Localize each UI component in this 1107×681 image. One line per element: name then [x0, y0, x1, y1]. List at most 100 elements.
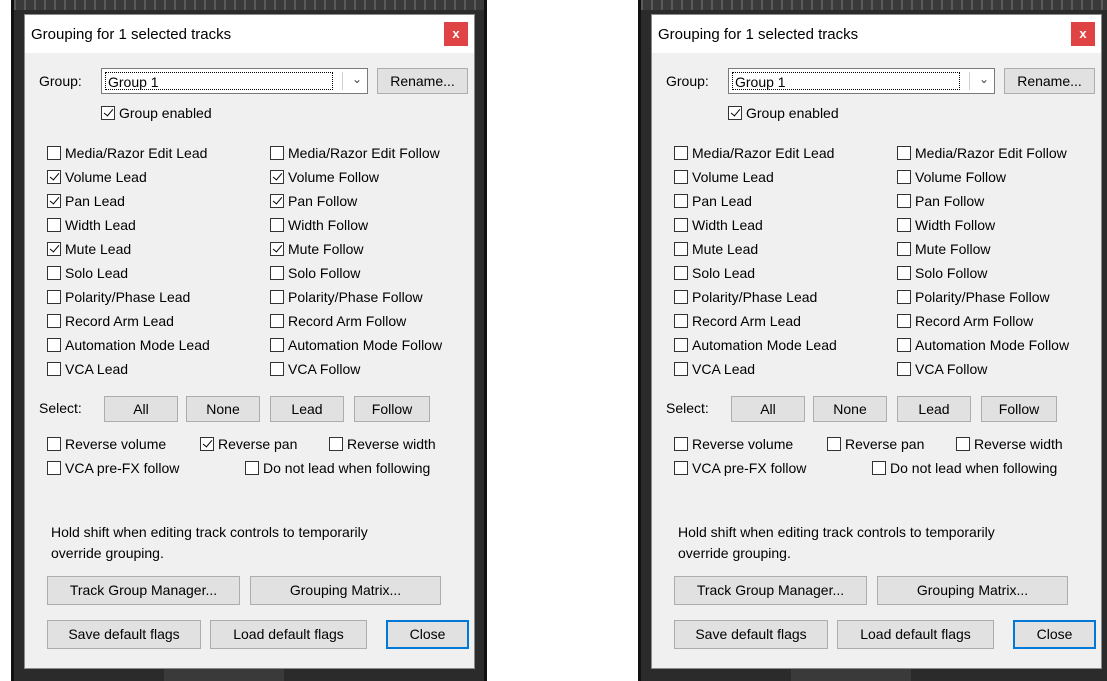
- flag-follow-checkbox[interactable]: Volume Follow: [897, 167, 1006, 187]
- select-all-button[interactable]: All: [731, 396, 805, 422]
- checkbox-label: Pan Follow: [288, 193, 358, 209]
- group-enabled-checkbox[interactable]: Group enabled: [101, 103, 212, 123]
- flag-lead-checkbox[interactable]: Mute Lead: [674, 239, 758, 259]
- timeline-ruler: [14, 0, 484, 10]
- checkbox-label: Mute Follow: [915, 241, 991, 257]
- checkbox-label: Record Arm Lead: [65, 313, 174, 329]
- hint-line-1: Hold shift when editing track controls t…: [678, 524, 995, 540]
- group-select[interactable]: Group 1 ⌄: [101, 68, 368, 94]
- flag-lead-checkbox[interactable]: Media/Razor Edit Lead: [674, 143, 834, 163]
- reverse-width-checkbox[interactable]: Reverse width: [329, 434, 436, 454]
- no-lead-when-following-checkbox[interactable]: Do not lead when following: [245, 458, 430, 478]
- checkbox-label: VCA Lead: [692, 361, 756, 377]
- checkbox-label: Pan Lead: [65, 193, 125, 209]
- select-follow-button[interactable]: Follow: [981, 396, 1057, 422]
- flag-follow-checkbox[interactable]: Solo Follow: [897, 263, 987, 283]
- grouping-matrix-button[interactable]: Grouping Matrix...: [250, 576, 441, 605]
- flag-follow-checkbox[interactable]: Pan Follow: [270, 191, 357, 211]
- select-follow-button[interactable]: Follow: [354, 396, 430, 422]
- flag-follow-checkbox[interactable]: Automation Mode Follow: [270, 335, 442, 355]
- save-default-flags-button[interactable]: Save default flags: [47, 620, 201, 649]
- close-button[interactable]: Close: [386, 620, 469, 649]
- flag-follow-checkbox[interactable]: VCA Follow: [270, 359, 360, 379]
- grouping-matrix-button[interactable]: Grouping Matrix...: [877, 576, 1068, 605]
- group-enabled-checkbox[interactable]: Group enabled: [728, 103, 839, 123]
- flag-lead-checkbox[interactable]: Volume Lead: [47, 167, 147, 187]
- flag-lead-checkbox[interactable]: Pan Lead: [674, 191, 752, 211]
- reverse-pan-checkbox[interactable]: Reverse pan: [200, 434, 297, 454]
- flag-lead-checkbox[interactable]: VCA Lead: [47, 359, 128, 379]
- checkbox-box: [674, 242, 688, 256]
- group-select[interactable]: Group 1 ⌄: [728, 68, 995, 94]
- flag-lead-checkbox[interactable]: Mute Lead: [47, 239, 131, 259]
- vca-prefx-follow-checkbox[interactable]: VCA pre-FX follow: [47, 458, 179, 478]
- select-none-button[interactable]: None: [186, 396, 260, 422]
- flag-lead-checkbox[interactable]: Polarity/Phase Lead: [47, 287, 190, 307]
- reverse-volume-checkbox[interactable]: Reverse volume: [674, 434, 793, 454]
- select-label: Select:: [666, 400, 709, 416]
- reverse-pan-checkbox[interactable]: Reverse pan: [827, 434, 924, 454]
- checkbox-box: [47, 338, 61, 352]
- flag-lead-checkbox[interactable]: Automation Mode Lead: [674, 335, 837, 355]
- flag-lead-checkbox[interactable]: Solo Lead: [47, 263, 128, 283]
- flag-follow-checkbox[interactable]: Volume Follow: [270, 167, 379, 187]
- flag-lead-checkbox[interactable]: Volume Lead: [674, 167, 774, 187]
- checkbox-label: VCA Lead: [65, 361, 129, 377]
- flag-follow-checkbox[interactable]: Polarity/Phase Follow: [897, 287, 1050, 307]
- flag-lead-checkbox[interactable]: Record Arm Lead: [674, 311, 801, 331]
- vca-prefx-follow-checkbox[interactable]: VCA pre-FX follow: [674, 458, 806, 478]
- flag-lead-checkbox[interactable]: Solo Lead: [674, 263, 755, 283]
- flag-follow-checkbox[interactable]: Media/Razor Edit Follow: [270, 143, 440, 163]
- combo-divider: [342, 72, 343, 90]
- checkbox-label: Solo Lead: [692, 265, 756, 281]
- flag-lead-checkbox[interactable]: Polarity/Phase Lead: [674, 287, 817, 307]
- flag-lead-checkbox[interactable]: Width Lead: [47, 215, 136, 235]
- flag-follow-checkbox[interactable]: Media/Razor Edit Follow: [897, 143, 1067, 163]
- flag-follow-checkbox[interactable]: Pan Follow: [897, 191, 984, 211]
- select-none-button[interactable]: None: [813, 396, 887, 422]
- flag-follow-checkbox[interactable]: Width Follow: [897, 215, 995, 235]
- checkbox-label: Automation Mode Follow: [915, 337, 1070, 353]
- checkbox-label: Volume Follow: [915, 169, 1007, 185]
- close-window-button[interactable]: x: [444, 22, 468, 46]
- title-bar[interactable]: Grouping for 1 selected tracks x: [652, 15, 1101, 53]
- rename-button[interactable]: Rename...: [1004, 68, 1095, 94]
- reverse-volume-checkbox[interactable]: Reverse volume: [47, 434, 166, 454]
- checkbox-label: Polarity/Phase Follow: [915, 289, 1050, 305]
- reverse-width-checkbox[interactable]: Reverse width: [956, 434, 1063, 454]
- flag-lead-checkbox[interactable]: Automation Mode Lead: [47, 335, 210, 355]
- checkbox-label: Polarity/Phase Lead: [65, 289, 191, 305]
- load-default-flags-button[interactable]: Load default flags: [837, 620, 994, 649]
- flag-lead-checkbox[interactable]: Record Arm Lead: [47, 311, 174, 331]
- chevron-down-icon: ⌄: [351, 72, 362, 86]
- flag-lead-checkbox[interactable]: Pan Lead: [47, 191, 125, 211]
- track-group-manager-button[interactable]: Track Group Manager...: [47, 576, 240, 605]
- flag-follow-checkbox[interactable]: Width Follow: [270, 215, 368, 235]
- rename-button[interactable]: Rename...: [377, 68, 468, 94]
- checkbox-label: Solo Follow: [915, 265, 988, 281]
- flag-follow-checkbox[interactable]: Mute Follow: [897, 239, 990, 259]
- flag-follow-checkbox[interactable]: Automation Mode Follow: [897, 335, 1069, 355]
- flag-lead-checkbox[interactable]: VCA Lead: [674, 359, 755, 379]
- close-button[interactable]: Close: [1013, 620, 1096, 649]
- flag-follow-checkbox[interactable]: VCA Follow: [897, 359, 987, 379]
- flag-follow-checkbox[interactable]: Record Arm Follow: [897, 311, 1033, 331]
- flag-follow-checkbox[interactable]: Solo Follow: [270, 263, 360, 283]
- checkbox-label: Volume Follow: [288, 169, 380, 185]
- save-default-flags-button[interactable]: Save default flags: [674, 620, 828, 649]
- load-default-flags-button[interactable]: Load default flags: [210, 620, 367, 649]
- select-all-button[interactable]: All: [104, 396, 178, 422]
- select-lead-button[interactable]: Lead: [270, 396, 344, 422]
- flag-lead-checkbox[interactable]: Media/Razor Edit Lead: [47, 143, 207, 163]
- checkbox-box: [674, 437, 688, 451]
- title-bar[interactable]: Grouping for 1 selected tracks x: [25, 15, 474, 53]
- flag-follow-checkbox[interactable]: Polarity/Phase Follow: [270, 287, 423, 307]
- flag-lead-checkbox[interactable]: Width Lead: [674, 215, 763, 235]
- checkbox-box: [674, 461, 688, 475]
- close-window-button[interactable]: x: [1071, 22, 1095, 46]
- flag-follow-checkbox[interactable]: Mute Follow: [270, 239, 363, 259]
- select-lead-button[interactable]: Lead: [897, 396, 971, 422]
- no-lead-when-following-checkbox[interactable]: Do not lead when following: [872, 458, 1057, 478]
- track-group-manager-button[interactable]: Track Group Manager...: [674, 576, 867, 605]
- flag-follow-checkbox[interactable]: Record Arm Follow: [270, 311, 406, 331]
